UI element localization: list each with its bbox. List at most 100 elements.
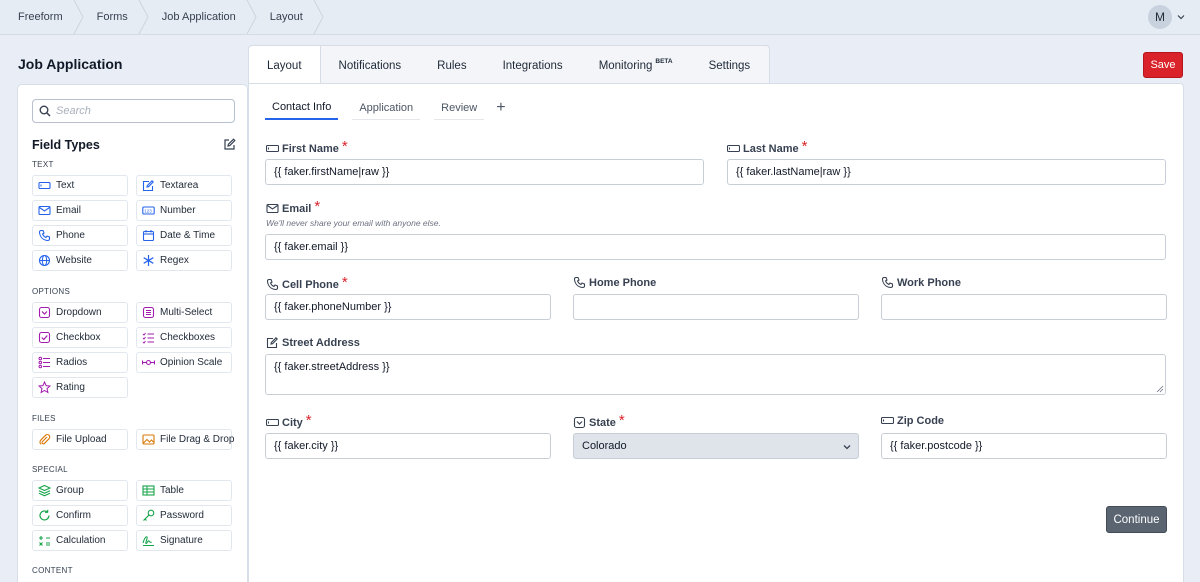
field-type-textarea[interactable]: Textarea (136, 175, 232, 196)
search-box[interactable] (32, 99, 235, 123)
tab-notifications[interactable]: Notifications (321, 46, 420, 85)
breadcrumb: Freeform Forms Job Application Layout (0, 0, 1200, 34)
field-type-confirm[interactable]: Confirm (32, 505, 128, 526)
breadcrumb-separator-icon (138, 0, 149, 34)
field-type-password[interactable]: Password (136, 505, 232, 526)
zip-code-input[interactable]: {{ faker.postcode }} (881, 433, 1167, 459)
field-type-text[interactable]: Text (32, 175, 128, 196)
resize-handle-icon[interactable] (1156, 385, 1164, 393)
avatar[interactable]: M (1148, 5, 1172, 29)
text-field-icon (266, 418, 279, 427)
text-field-icon (266, 144, 279, 153)
field-type-multiselect[interactable]: Multi-Select (136, 302, 232, 323)
signature-icon (142, 536, 154, 546)
field-type-label: Confirm (56, 510, 92, 521)
chevron-down-icon[interactable] (1176, 12, 1186, 22)
search-input[interactable] (56, 105, 226, 117)
field-type-label: Number (160, 205, 196, 216)
field-type-label: Multi-Select (160, 307, 213, 318)
field-type-opinion-scale[interactable]: Opinion Scale (136, 352, 232, 373)
slider-icon (142, 359, 155, 366)
required-mark: * (341, 274, 348, 291)
street-address-label: Street Address (266, 336, 360, 349)
page-tab-review[interactable]: Review (434, 96, 485, 120)
state-label: State * (573, 412, 625, 431)
field-type-label: Email (56, 205, 82, 216)
dropdown-icon (38, 306, 51, 319)
number-icon: 123 (142, 206, 155, 215)
home-phone-input[interactable] (573, 294, 859, 320)
page-tab-application[interactable]: Application (352, 96, 421, 120)
breadcrumb-forms[interactable]: Forms (79, 0, 149, 34)
field-type-calculation[interactable]: Calculation (32, 530, 128, 551)
search-icon (39, 105, 51, 117)
layers-icon (38, 484, 51, 497)
field-type-label: Website (56, 255, 92, 266)
field-type-file-drag-drop[interactable]: File Drag & Drop (136, 429, 235, 450)
field-type-signature[interactable]: Signature (136, 530, 232, 551)
checkbox-icon (38, 331, 51, 344)
phone-icon (881, 276, 894, 289)
save-button[interactable]: Save (1143, 52, 1183, 78)
envelope-icon (38, 205, 51, 216)
home-phone-label: Home Phone (573, 276, 656, 289)
required-mark: * (305, 412, 312, 429)
field-type-regex[interactable]: Regex (136, 250, 232, 271)
street-address-textarea[interactable]: {{ faker.streetAddress }} (265, 354, 1166, 395)
field-type-phone[interactable]: Phone (32, 225, 128, 246)
breadcrumb-job-application[interactable]: Job Application (144, 0, 257, 34)
last-name-input[interactable]: {{ faker.lastName|raw }} (727, 159, 1166, 185)
breadcrumb-layout[interactable]: Layout (252, 0, 324, 34)
required-mark: * (801, 138, 808, 155)
field-type-number[interactable]: 123 Number (136, 200, 232, 221)
tab-rules[interactable]: Rules (419, 46, 484, 85)
textarea-icon (142, 180, 154, 192)
work-phone-input[interactable] (881, 294, 1167, 320)
field-type-checkbox[interactable]: Checkbox (32, 327, 128, 348)
field-type-website[interactable]: Website (32, 250, 128, 271)
required-mark: * (341, 138, 348, 155)
email-input[interactable]: {{ faker.email }} (265, 234, 1166, 260)
page-tab-contact-info[interactable]: Contact Info (265, 96, 339, 120)
state-select[interactable]: Colorado (573, 433, 859, 459)
field-type-rating[interactable]: Rating (32, 377, 128, 398)
textarea-icon (266, 337, 278, 349)
field-type-dropdown[interactable]: Dropdown (32, 302, 128, 323)
phone-icon (573, 276, 586, 289)
field-type-email[interactable]: Email (32, 200, 128, 221)
continue-button[interactable]: Continue (1106, 506, 1167, 533)
field-type-label: File Upload (56, 434, 107, 445)
breadcrumb-freeform[interactable]: Freeform (0, 0, 84, 34)
field-type-group[interactable]: Group (32, 480, 128, 501)
tab-integrations[interactable]: Integrations (485, 46, 581, 85)
zip-code-label-text: Zip Code (897, 414, 945, 427)
field-type-checkboxes[interactable]: Checkboxes (136, 327, 232, 348)
calculator-icon (39, 536, 50, 546)
first-name-label: First Name * (266, 138, 348, 157)
field-type-file-upload[interactable]: File Upload (32, 429, 128, 450)
page-title: Job Application (18, 56, 123, 72)
zip-code-label: Zip Code (881, 414, 944, 427)
field-type-label: File Drag & Drop (160, 434, 235, 445)
top-bar: Freeform Forms Job Application Layout M (0, 0, 1200, 35)
edit-icon[interactable] (223, 138, 236, 151)
field-type-datetime[interactable]: Date & Time (136, 225, 232, 246)
first-name-input[interactable]: {{ faker.firstName|raw }} (265, 159, 704, 185)
tab-layout[interactable]: Layout (249, 46, 321, 86)
field-type-label: Rating (56, 382, 85, 393)
field-type-table[interactable]: Table (136, 480, 232, 501)
tab-monitoring[interactable]: Monitoring BETA (581, 46, 691, 85)
beta-badge: BETA (655, 58, 673, 65)
home-phone-label-text: Home Phone (589, 276, 657, 289)
field-type-label: Opinion Scale (160, 357, 223, 368)
field-type-radios[interactable]: Radios (32, 352, 128, 373)
city-input[interactable]: {{ faker.city }} (265, 433, 551, 459)
cell-phone-input[interactable]: {{ faker.phoneNumber }} (265, 294, 551, 320)
image-upload-icon (142, 434, 155, 445)
add-page-button[interactable]: + (496, 96, 505, 120)
dropdown-icon (573, 416, 586, 429)
required-mark: * (314, 198, 321, 215)
tab-settings[interactable]: Settings (691, 46, 769, 85)
field-type-label: Date & Time (160, 230, 216, 241)
section-files-label: FILES (32, 414, 56, 423)
